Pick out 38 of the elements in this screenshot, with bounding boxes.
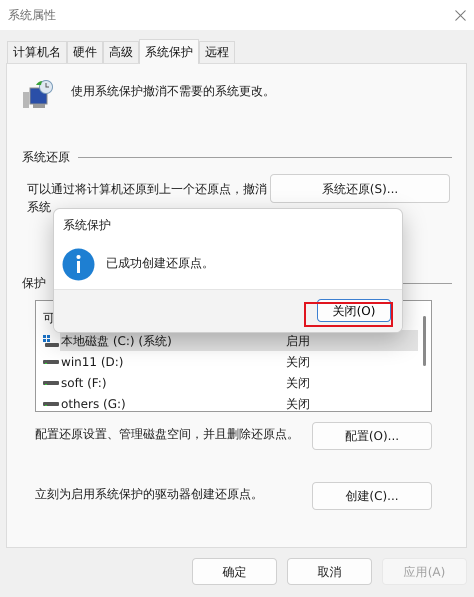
close-button[interactable]: 关闭(O) xyxy=(317,299,391,322)
system-restore-button[interactable]: 系统还原(S)... xyxy=(270,174,450,203)
drive-status: 启用 xyxy=(286,332,310,350)
drive-status: 关闭 xyxy=(286,374,310,392)
drive-icon xyxy=(43,334,59,346)
dialog-message: 已成功创建还原点。 xyxy=(106,255,214,272)
drive-icon xyxy=(43,402,59,406)
dialog-title: 系统保护 xyxy=(63,217,111,234)
dialog-button[interactable]: 取消 xyxy=(287,558,372,585)
description-text: 配置还原设置、管理磁盘空间，并且删除还原点。 xyxy=(35,426,299,443)
description-text: 可以通过将计算机还原到上一个还原点，撤消 xyxy=(27,181,268,198)
drive-name[interactable]: others (G:) xyxy=(60,394,286,411)
drive-icon xyxy=(43,380,59,384)
info-icon xyxy=(62,248,95,281)
close-icon[interactable] xyxy=(455,10,466,20)
description-text: 使用系统保护撤消不需要的系统更改。 xyxy=(71,83,275,100)
drive-status: 关闭 xyxy=(286,354,310,370)
drive-name[interactable]: win11 (D:) xyxy=(60,352,286,370)
dialog-button[interactable]: 确定 xyxy=(192,558,277,585)
description-text: 立刻为启用系统保护的驱动器创建还原点。 xyxy=(35,486,263,503)
window-title: 系统属性 xyxy=(8,7,56,24)
tab[interactable]: 远程 xyxy=(199,41,235,63)
drive-name[interactable]: soft (F:) xyxy=(60,374,286,392)
tab[interactable]: 高级 xyxy=(103,41,139,63)
computer-restore-icon xyxy=(22,79,54,111)
description-text: 系统 xyxy=(27,199,52,216)
tab[interactable]: 硬件 xyxy=(67,41,103,63)
section-heading: 系统还原 xyxy=(22,149,70,166)
drive-icon xyxy=(43,360,59,364)
section-heading: 保护 xyxy=(22,275,46,292)
drive-name[interactable]: 本地磁盘 (C:) (系统) xyxy=(60,332,286,350)
create-button[interactable]: 创建(C)... xyxy=(312,482,432,510)
tab[interactable]: 计算机名 xyxy=(7,41,67,63)
scrollbar-thumb[interactable] xyxy=(423,316,426,366)
drive-status: 关闭 xyxy=(286,396,310,411)
configure-button[interactable]: 配置(O)... xyxy=(312,422,432,450)
column-header: 可 xyxy=(43,310,55,326)
tab[interactable]: 系统保护 xyxy=(139,39,199,64)
